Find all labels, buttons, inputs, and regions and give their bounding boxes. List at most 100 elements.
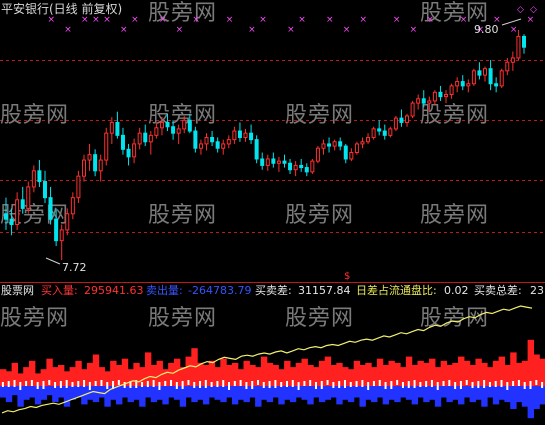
diff-tick [257,380,260,385]
candle-body [9,218,14,226]
signal-mark: × [298,15,306,25]
sell-volume-bar [220,386,227,403]
sell-volume-bar [46,386,53,396]
diff-tick [123,382,126,388]
candle-body [221,143,226,149]
buy-volume-value: 295941.63 [84,284,144,297]
candle-body [198,143,203,149]
signal-mark: × [410,25,418,35]
signal-mark: × [159,15,167,25]
candle-body [148,134,153,143]
diff-tick [88,382,91,390]
candle-body [120,134,125,150]
diff-tick [471,382,474,388]
sell-volume-bar [133,386,140,400]
diff-tick [210,382,213,387]
sell-volume-bar [394,386,401,403]
diff-tick [506,382,509,390]
ratio-label: 日差占流通盘比: [356,284,437,297]
candle-body [505,61,510,72]
candle-body [159,121,164,129]
diff-tick [48,380,51,385]
sell-volume-bar [11,386,18,396]
candle-body [299,164,304,169]
diff-tick [465,380,468,385]
buy-volume-bar [121,358,129,386]
diff-tick [280,382,283,387]
diff-tick [430,380,433,387]
candle-body [377,128,382,132]
diff-tick [7,381,10,387]
candle-body [59,229,64,242]
sell-volume-bar [353,386,361,398]
dollar-marker: $ [344,271,350,282]
diff-tick [454,382,457,389]
candle-body [432,91,437,102]
sell-volume-bar [214,386,221,400]
sell-volume-bar [446,386,453,403]
sell-volume-bar [52,386,59,403]
candle-body [494,83,499,87]
sell-volume-value: -264783.79 [188,284,252,297]
diff-tick [106,382,109,389]
diff-tick [367,382,370,390]
diff-tick [228,382,231,390]
candle-body [154,127,159,136]
signal-mark: × [393,15,401,25]
diff-tick [338,381,341,388]
diff-tick [378,380,381,386]
signal-mark: × [287,25,295,35]
diff-tick [477,381,480,388]
diff-tick [355,381,358,387]
diff-tick [117,380,120,385]
watermark: 股旁网 [285,203,354,228]
candle-body [315,147,320,162]
buy-volume-bar [527,339,535,386]
sell-volume-bar [336,386,343,405]
diff-tick [396,380,399,385]
signal-mark: × [48,15,56,25]
diff-tick [187,380,190,385]
diff-tick [413,380,416,388]
watermark: 股旁网 [0,306,69,331]
diff-tick [343,380,346,388]
diff-tick [401,382,404,388]
diff-tick [268,381,271,388]
candle-body [321,143,326,149]
sell-volume-bar [278,386,285,405]
diff-tick [30,380,33,386]
signal-mark: × [226,15,234,25]
sell-volume-bar [179,386,187,407]
signal-mark: × [176,25,184,35]
candle-body [232,130,237,141]
sell-volume-bar [208,386,216,398]
diff-tick [459,381,462,389]
diff-tick [500,380,503,387]
signal-mark: × [343,25,351,35]
candle-body [276,160,281,164]
watermark: 股旁网 [285,103,354,128]
diff-tick [535,380,538,385]
diamond-marker: ◇ [517,5,524,15]
watermark: 股旁网 [0,103,69,128]
sell-volume-bar [411,386,419,405]
diff-tick [199,381,202,388]
candle-body [455,81,460,87]
candle-body [31,170,36,188]
candle-body [76,175,81,199]
sell-volume-bar [469,386,477,403]
signal-mark: × [64,25,72,35]
sell-volume-bar [527,386,535,419]
candle-body [438,91,443,98]
diff-tick [372,381,375,386]
diff-tick [361,380,364,387]
candle-body [310,160,315,173]
diamond-marker: ◇ [530,5,537,15]
sell-volume-bar [150,386,158,403]
diff-tick [285,381,288,387]
ratio-value: 0.02 [444,284,469,297]
diff-tick [291,380,294,387]
candle-body [427,100,432,104]
candle-body [254,139,259,160]
diff-tick [152,380,155,387]
